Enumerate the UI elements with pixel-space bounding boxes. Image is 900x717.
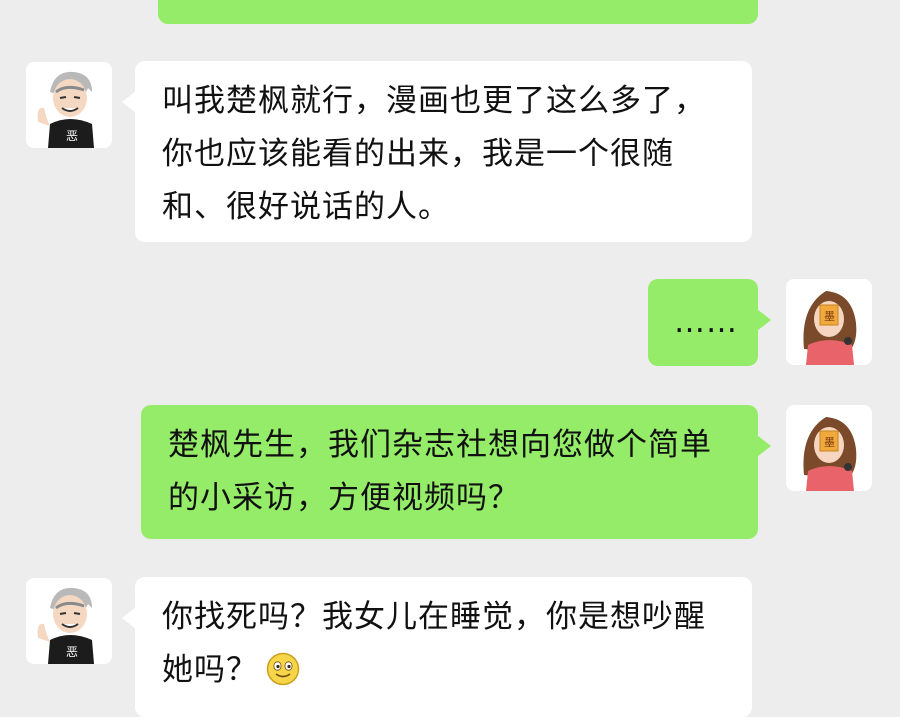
message-text: 你找死吗？我女儿在睡觉，你是想吵醒她吗？ bbox=[162, 599, 706, 688]
message-bubble-outgoing[interactable]: 楚枫先生，我们杂志社想向您做个简单的小采访，方便视频吗？ bbox=[141, 405, 771, 539]
man-avatar-icon: 恶 bbox=[37, 71, 94, 148]
avatar-right[interactable]: 墨 bbox=[786, 405, 872, 491]
chat-window: 恶 叫我楚枫就行，漫画也更了这么多了，你也应该能看的出来，我是一个很随和、很好说… bbox=[0, 0, 900, 717]
message-bubble-outgoing[interactable]: …… bbox=[648, 279, 771, 366]
message-text: 楚枫先生，我们杂志社想向您做个简单的小采访，方便视频吗？ bbox=[168, 427, 712, 516]
svg-text:墨: 墨 bbox=[824, 310, 835, 323]
message-bubble-incoming[interactable]: 你找死吗？我女儿在睡觉，你是想吵醒她吗？ bbox=[122, 577, 752, 717]
man-avatar-icon: 恶 bbox=[37, 587, 94, 664]
smile-emoji-icon bbox=[266, 652, 300, 686]
svg-text:恶: 恶 bbox=[66, 129, 78, 143]
woman-avatar-icon: 墨 bbox=[803, 417, 857, 491]
message-bubble-outgoing-partial[interactable] bbox=[158, 0, 758, 24]
woman-avatar-icon: 墨 bbox=[803, 291, 857, 365]
avatar-right[interactable]: 墨 bbox=[786, 279, 872, 365]
message-text: 叫我楚枫就行，漫画也更了这么多了，你也应该能看的出来，我是一个很随和、很好说话的… bbox=[162, 83, 706, 225]
avatar-left[interactable]: 恶 bbox=[26, 578, 112, 664]
svg-text:墨: 墨 bbox=[824, 436, 835, 449]
svg-text:恶: 恶 bbox=[66, 645, 78, 659]
avatar-left[interactable]: 恶 bbox=[26, 62, 112, 148]
message-text: …… bbox=[674, 304, 738, 340]
message-bubble-incoming[interactable]: 叫我楚枫就行，漫画也更了这么多了，你也应该能看的出来，我是一个很随和、很好说话的… bbox=[122, 61, 752, 242]
